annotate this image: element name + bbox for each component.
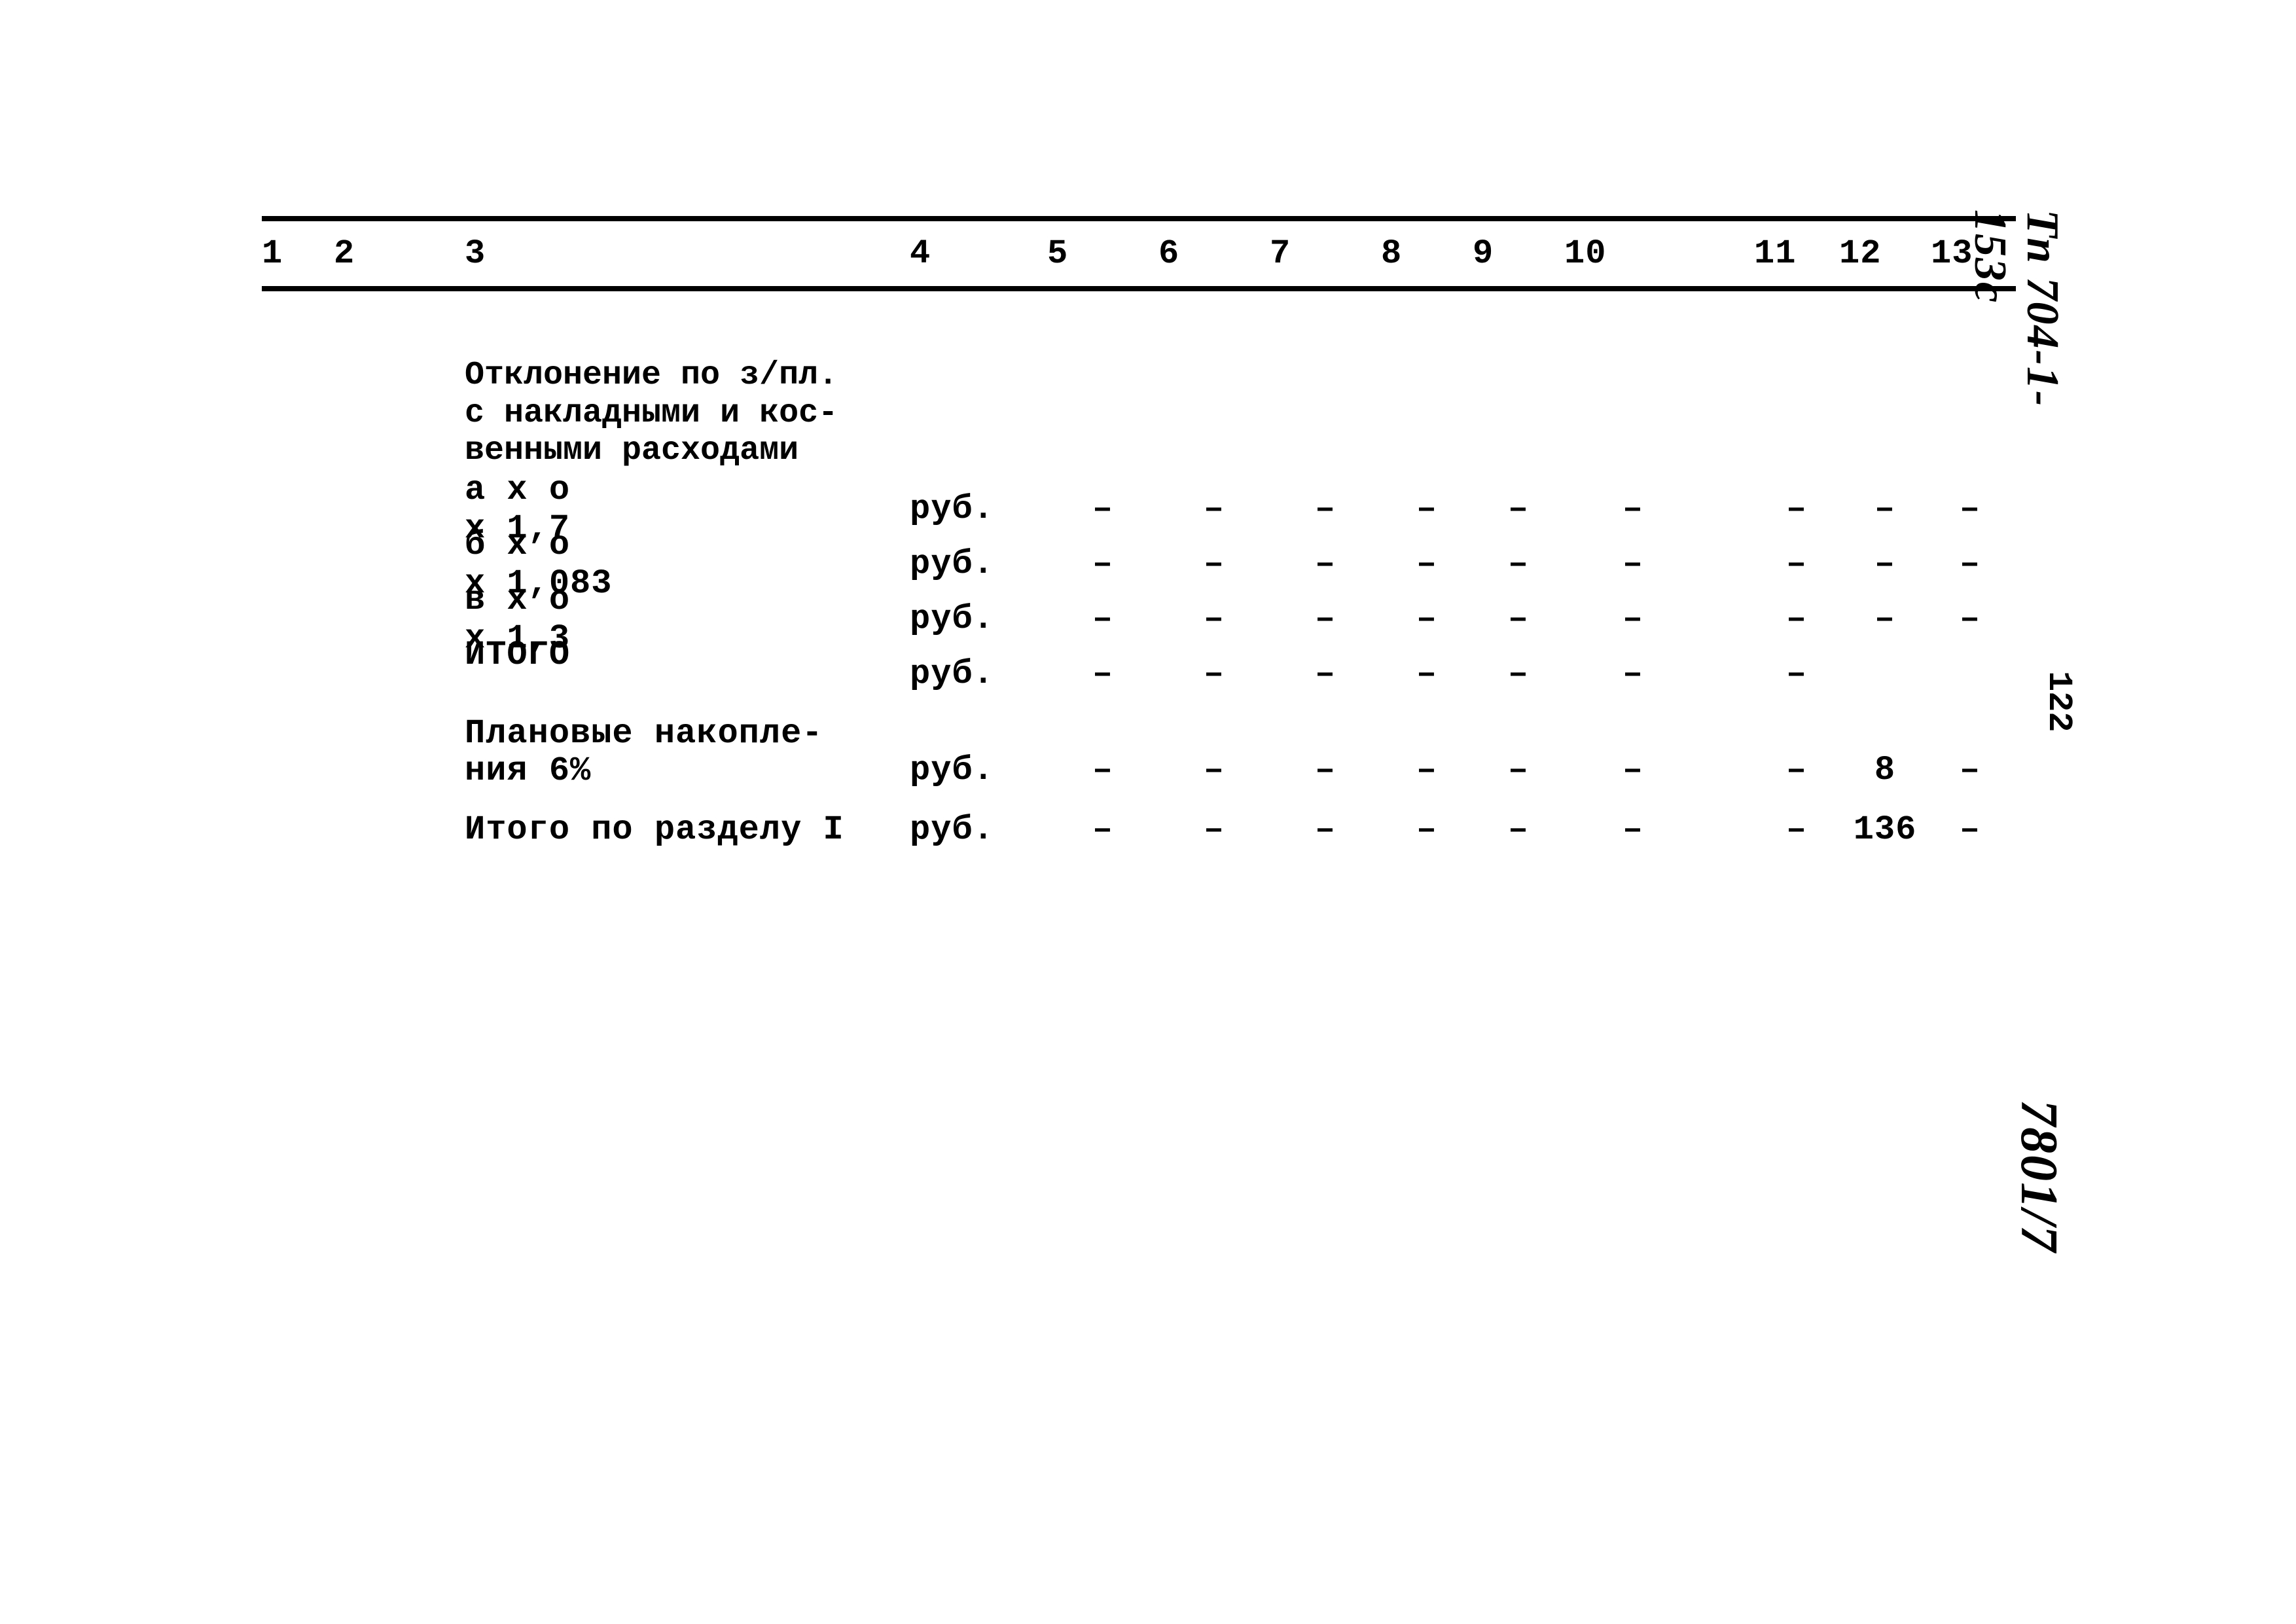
cell: – <box>1564 600 1702 638</box>
cell: – <box>1270 600 1381 638</box>
cell: – <box>1931 545 2009 583</box>
cell: – <box>1564 810 1702 849</box>
cell: – <box>1931 490 2009 528</box>
cell: – <box>1754 751 1839 789</box>
cell: – <box>1839 600 1931 638</box>
col-9: 9 <box>1473 234 1564 273</box>
cell: – <box>1047 751 1158 789</box>
cell: – <box>1839 545 1931 583</box>
document-page: 1 2 3 4 5 6 7 8 9 10 11 12 13 Отклонение… <box>262 216 2016 857</box>
rule-under-header <box>262 286 2016 291</box>
cell: 8 <box>1839 751 1931 789</box>
cell: – <box>1381 490 1473 528</box>
cell: – <box>1158 490 1270 528</box>
cell: – <box>1564 545 1702 583</box>
cell: – <box>1754 545 1839 583</box>
cell: – <box>1381 600 1473 638</box>
cell: – <box>1473 751 1564 789</box>
table-row: ИТОГО руб. – – – – – – – <box>262 647 2016 702</box>
cell: – <box>1270 490 1381 528</box>
cell: – <box>1839 490 1931 528</box>
total-label: Итого по разделу I <box>465 810 910 849</box>
rule-top <box>262 216 2016 221</box>
col-5: 5 <box>1047 234 1158 273</box>
cell: – <box>1564 751 1702 789</box>
unit: руб. <box>910 600 1047 638</box>
col-10: 10 <box>1564 234 1702 273</box>
cell: – <box>1158 810 1270 849</box>
cell: – <box>1473 655 1564 693</box>
cell: – <box>1270 545 1381 583</box>
margin-page-number: 122 <box>2039 671 2078 732</box>
table-row-total: Итого по разделу I руб. – – – – – – – 13… <box>262 803 2016 857</box>
cell: – <box>1381 810 1473 849</box>
cell: – <box>1158 751 1270 789</box>
cell: – <box>1754 810 1839 849</box>
cell: – <box>1473 545 1564 583</box>
cell: – <box>1270 751 1381 789</box>
cell: – <box>1564 490 1702 528</box>
row-label-a: в х о <box>465 581 707 619</box>
table-body: Отклонение по з/пл. с накладными и кос- … <box>262 291 2016 857</box>
col-12: 12 <box>1839 234 1931 273</box>
unit: руб. <box>910 751 1047 789</box>
cell: – <box>1047 810 1158 849</box>
section-heading-line: с накладными и кос- <box>465 395 870 433</box>
section-heading-line: венными расходами <box>465 432 870 470</box>
cell: – <box>1473 600 1564 638</box>
col-7: 7 <box>1270 234 1381 273</box>
cell: – <box>1158 655 1270 693</box>
cell: – <box>1564 655 1702 693</box>
column-header-row: 1 2 3 4 5 6 7 8 9 10 11 12 13 <box>262 221 2016 286</box>
cell: – <box>1931 600 2009 638</box>
cell: – <box>1754 600 1839 638</box>
table-row-plan: Плановые накопле- ния 6% руб. – – – – – … <box>262 715 2016 789</box>
col-1: 1 <box>262 234 334 273</box>
col-11: 11 <box>1754 234 1839 273</box>
section-heading-line: Отклонение по з/пл. <box>465 357 870 395</box>
cell: – <box>1047 490 1158 528</box>
col-2: 2 <box>334 234 465 273</box>
col-6: 6 <box>1158 234 1270 273</box>
cell: – <box>1931 751 2009 789</box>
cell: – <box>1381 545 1473 583</box>
plan-label-line: ния 6% <box>465 752 910 789</box>
cell: – <box>1158 545 1270 583</box>
row-label-a: ИТОГО <box>465 636 707 674</box>
unit: руб. <box>910 545 1047 583</box>
cell: – <box>1931 810 2009 849</box>
cell: – <box>1473 810 1564 849</box>
cell: – <box>1381 655 1473 693</box>
cell: – <box>1754 655 1839 693</box>
col-3: 3 <box>465 234 910 273</box>
cell: – <box>1381 751 1473 789</box>
margin-document-code: Тп 704-1-153с <box>1964 209 2068 437</box>
unit: руб. <box>910 490 1047 528</box>
cell: – <box>1473 490 1564 528</box>
row-label-a: б х о <box>465 526 707 564</box>
plan-label-line: Плановые накопле- <box>465 715 910 752</box>
cell: – <box>1158 600 1270 638</box>
cell: – <box>1270 655 1381 693</box>
unit: руб. <box>910 655 1047 693</box>
margin-archive-code: 7801/7 <box>2009 1100 2068 1253</box>
cell: – <box>1270 810 1381 849</box>
col-4: 4 <box>910 234 1047 273</box>
section-heading: Отклонение по з/пл. с накладными и кос- … <box>465 357 870 470</box>
col-8: 8 <box>1381 234 1473 273</box>
cell: – <box>1047 655 1158 693</box>
row-label-a: а х о <box>465 471 707 509</box>
cell: – <box>1754 490 1839 528</box>
unit: руб. <box>910 810 1047 849</box>
cell: 136 <box>1839 810 1931 849</box>
cell: – <box>1047 600 1158 638</box>
cell: – <box>1047 545 1158 583</box>
